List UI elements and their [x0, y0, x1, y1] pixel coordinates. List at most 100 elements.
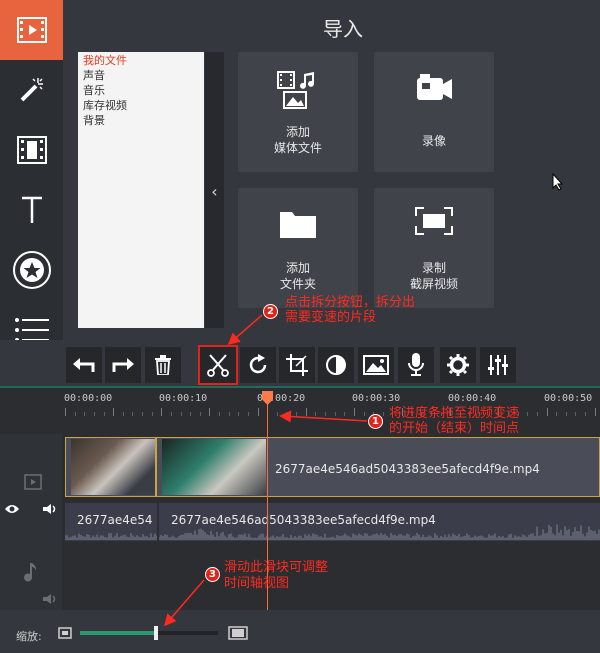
undo-button[interactable] [66, 347, 102, 383]
ruler-tick [122, 412, 124, 416]
rotate-icon [249, 354, 267, 374]
add-media-files-button[interactable]: 添加 媒体文件 [238, 52, 358, 172]
sidebar-item-transitions[interactable] [0, 120, 63, 180]
collapse-arrow-icon[interactable]: ‹ [205, 182, 224, 202]
ruler-tick [103, 412, 105, 416]
media-files-icon [238, 70, 358, 110]
tree-item-music[interactable]: 音乐 [83, 83, 105, 98]
ruler-tick [180, 412, 182, 416]
record-video-button[interactable]: 录像 [374, 52, 494, 172]
zoom-out-icon[interactable] [58, 627, 72, 639]
sidebar-item-import[interactable] [0, 0, 63, 60]
left-sidebar [0, 0, 63, 362]
app-window: 导入 我的文件 声音 音乐 库存视频 背景 ‹ 添加 媒体文件 录像 添加 文件… [0, 0, 600, 653]
ruler-tick [151, 412, 153, 416]
ruler-tick [296, 412, 298, 416]
microphone-icon [408, 353, 424, 376]
tick-label: 00:00:00 [64, 393, 113, 404]
ruler-tick [363, 412, 365, 416]
text-icon [21, 196, 42, 223]
folder-icon [238, 206, 358, 240]
tile-label-line1: 录制 [421, 261, 446, 275]
video-thumbnail-2 [162, 439, 266, 495]
audio-clip-name-1: 2677ae4e54 [77, 513, 153, 527]
tree-item-backgrounds[interactable]: 背景 [83, 113, 105, 128]
sidebar-item-effects[interactable] [0, 60, 63, 120]
ruler-tick [344, 412, 346, 416]
ruler-tick [74, 412, 76, 416]
crop-button[interactable] [279, 347, 315, 383]
settings-button[interactable] [440, 347, 476, 383]
add-folder-button[interactable]: 添加 文件夹 [238, 188, 358, 308]
ruler-tick [527, 412, 529, 416]
ruler-tick [334, 412, 336, 416]
rotate-button[interactable] [240, 347, 276, 383]
tick-label: 00:00:30 [352, 393, 401, 404]
tree-item-sounds[interactable]: 声音 [83, 68, 105, 83]
video-clip-name: 2677ae4e546ad5043383ee5afecd4f9e.mp4 [275, 462, 540, 476]
volume-icon[interactable] [42, 503, 58, 515]
ruler-tick [536, 412, 538, 416]
film-transitions-icon [16, 136, 47, 164]
split-button[interactable] [198, 345, 238, 385]
ruler-tick [228, 412, 230, 416]
sidebar-item-titles[interactable] [0, 180, 63, 240]
ruler-tick [305, 408, 307, 416]
music-track[interactable] [65, 552, 600, 602]
annotation-badge-2: 2 [263, 304, 278, 319]
music-volume-icon[interactable] [42, 593, 58, 605]
annotation-badge-1: 1 [368, 414, 383, 429]
ruler-tick [325, 412, 326, 416]
ruler-tick [257, 408, 259, 416]
equalizer-button[interactable] [480, 347, 516, 383]
color-adjust-icon [326, 355, 346, 375]
ruler-tick [556, 412, 558, 416]
ruler-tick [93, 412, 95, 416]
tree-item-stock-video[interactable]: 库存视频 [83, 98, 127, 113]
annotation-note-1-line2: 的开始（结束）时间点 [389, 421, 520, 436]
sidebar-item-stickers[interactable] [0, 240, 63, 300]
color-adjust-button[interactable] [318, 347, 354, 383]
tick-label: 00:00:10 [159, 393, 208, 404]
annotation-badge-3: 3 [205, 567, 220, 582]
annotation-note-3-line1: 滑动此滑块可调整 [224, 560, 329, 575]
eye-visibility-icon[interactable] [4, 503, 20, 515]
picture-button[interactable] [358, 347, 394, 383]
ruler-tick [142, 412, 144, 416]
clip-split-marker [155, 437, 157, 497]
tree-item-my-files[interactable]: 我的文件 [83, 53, 127, 68]
camera-icon [374, 70, 494, 104]
music-track-icon [24, 563, 37, 582]
magic-wand-icon [20, 78, 43, 102]
ruler-tick [161, 408, 163, 416]
zoom-in-icon[interactable] [228, 626, 248, 640]
tile-label-line2: 媒体文件 [273, 141, 322, 155]
redo-button[interactable] [105, 347, 141, 383]
ruler-tick [585, 412, 587, 416]
zoom-slider-handle[interactable] [153, 626, 158, 640]
video-thumbnail-1 [71, 439, 155, 495]
audio-split-marker [157, 503, 159, 541]
ruler-tick [276, 412, 278, 416]
star-sticker-icon [12, 251, 51, 289]
ruler-tick [190, 412, 192, 416]
record-screen-button[interactable]: 录制 截屏视频 [374, 188, 494, 308]
ruler-tick [315, 412, 317, 416]
record-audio-button[interactable] [398, 347, 434, 383]
tile-label-line1: 添加 [285, 125, 310, 139]
ruler-tick [247, 412, 249, 416]
tile-label-line2: 文件夹 [279, 277, 316, 291]
annotation-note-1-line1: 将进度条拖至视频变速 [389, 406, 520, 421]
tile-label-line1: 添加 [285, 261, 310, 275]
ruler-tick [575, 412, 577, 416]
ruler-tick [546, 408, 548, 416]
crop-icon [286, 354, 308, 376]
zoom-slider-fill [80, 631, 156, 635]
annotation-note-2-line1: 点击拆分按钮，拆分出 [285, 295, 416, 310]
ruler-tick [65, 408, 66, 416]
ruler-top-line [0, 386, 600, 388]
redo-icon [112, 358, 134, 372]
delete-button[interactable] [145, 347, 181, 383]
undo-icon [73, 358, 95, 372]
file-category-tree: 我的文件 声音 音乐 库存视频 背景 [78, 52, 204, 328]
